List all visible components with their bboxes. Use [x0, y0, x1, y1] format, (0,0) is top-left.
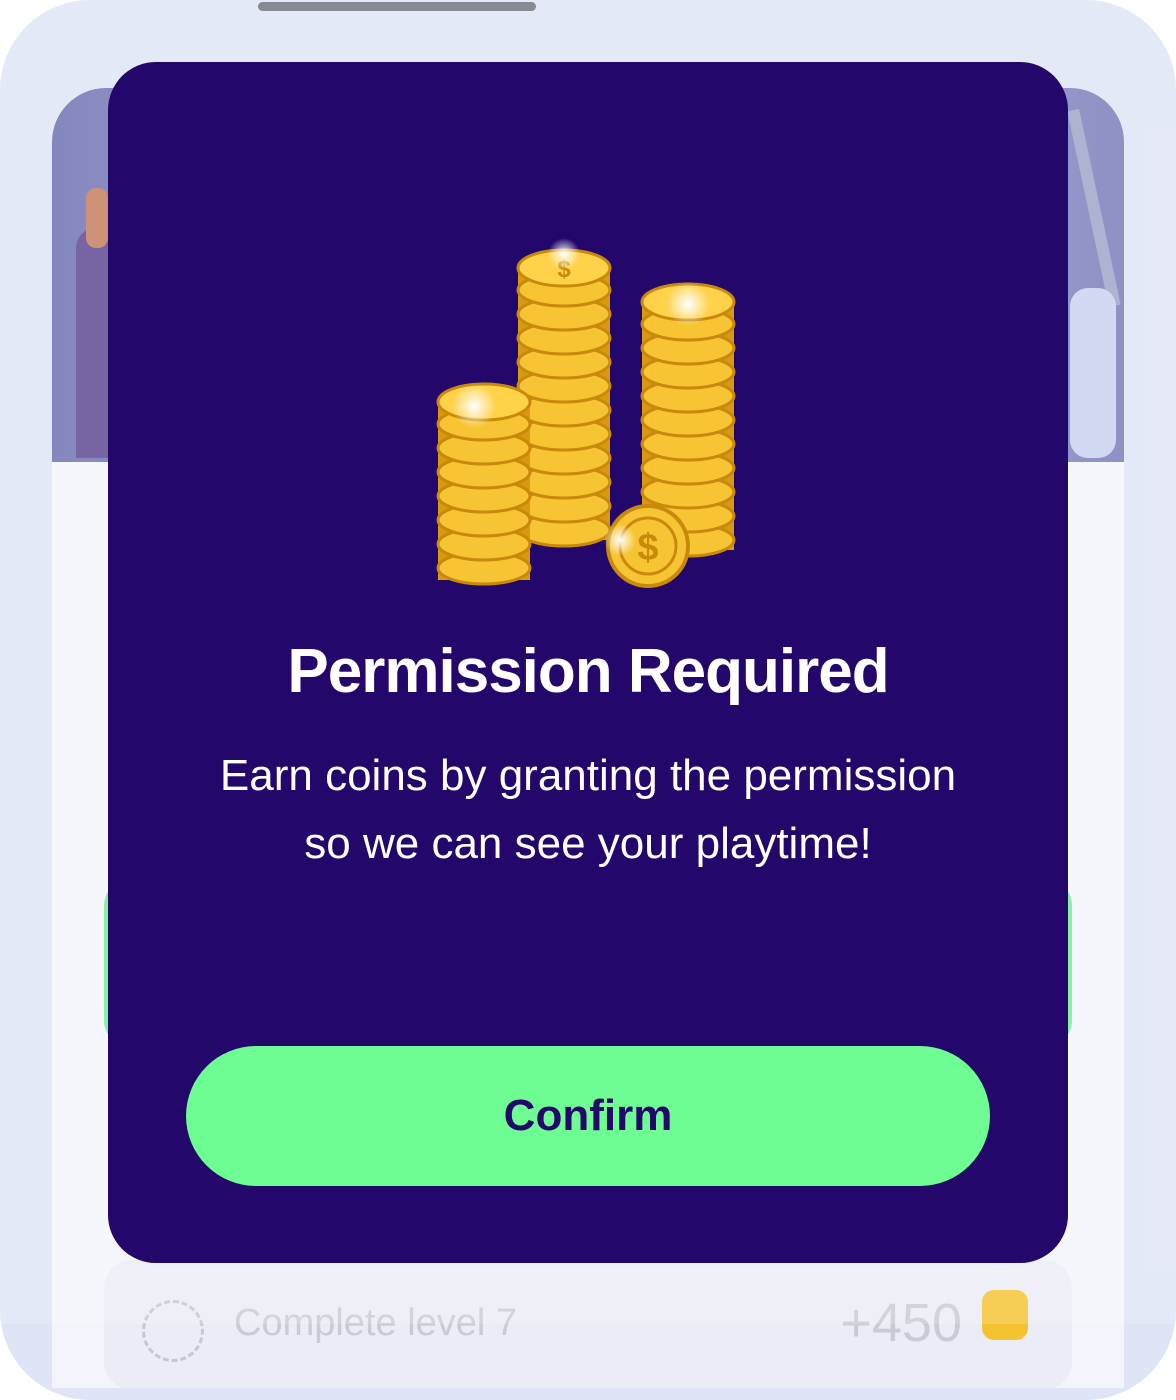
modal-title: Permission Required [287, 637, 889, 706]
confirm-button[interactable]: Confirm [186, 1046, 990, 1186]
gold-coin-stacks-icon: $ [436, 238, 736, 588]
modal-message: Earn coins by granting the permission so… [219, 751, 957, 868]
svg-text:$: $ [637, 527, 658, 569]
permission-modal: $ Permission Required Earn coins by gran… [108, 62, 1068, 1263]
